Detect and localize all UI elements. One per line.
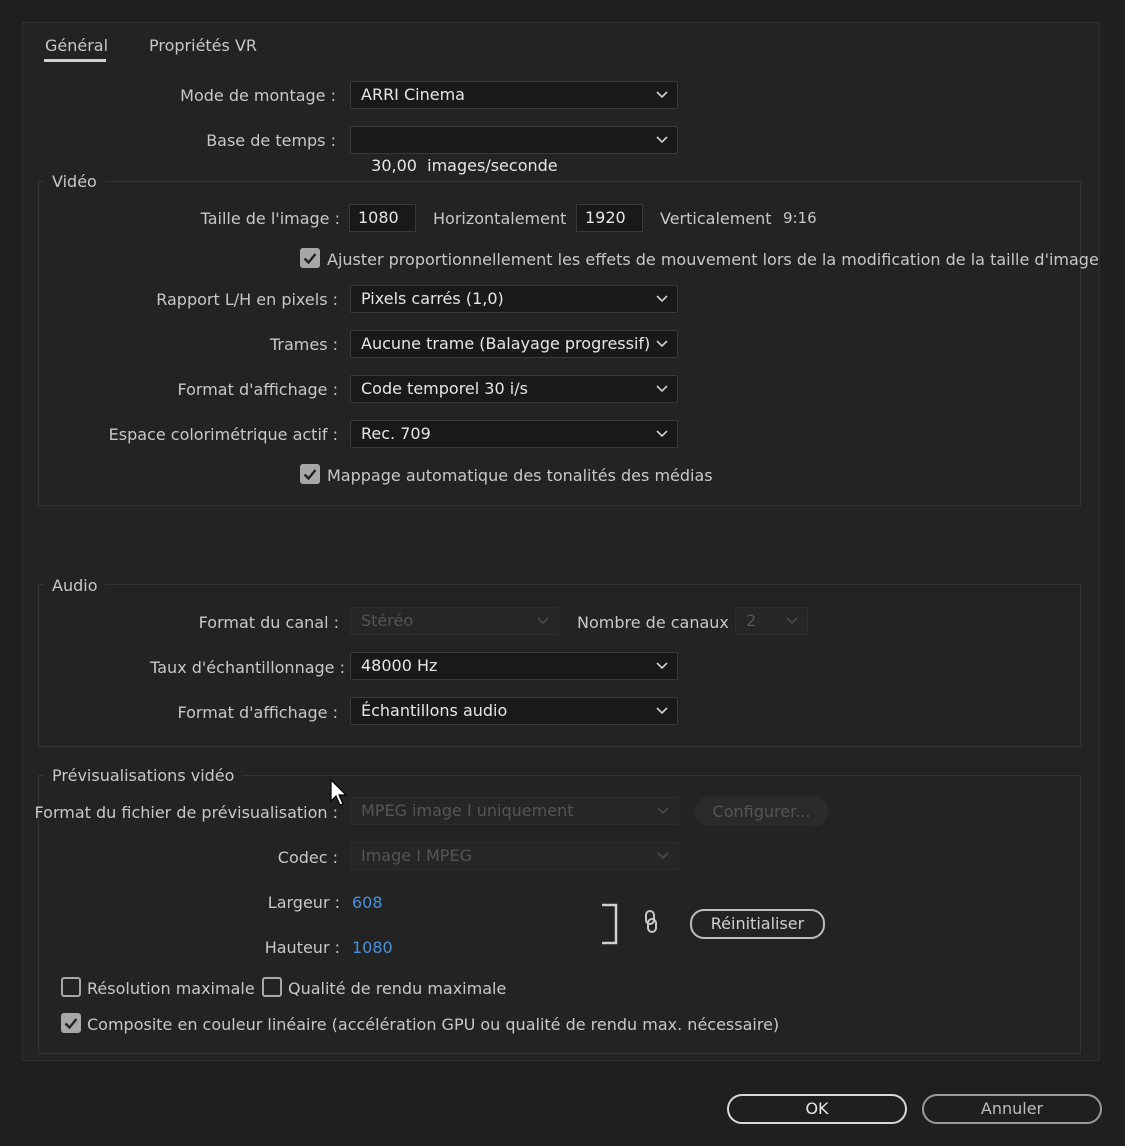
preview-file-format-value: MPEG image I uniquement <box>361 801 574 820</box>
horizontal-label: Horizontalement <box>433 209 567 228</box>
max-quality-label: Qualité de rendu maximale <box>288 979 507 998</box>
frame-height-input[interactable]: 1920 <box>576 204 643 232</box>
num-channels-dropdown[interactable]: 2 <box>735 607 808 635</box>
cancel-button[interactable]: Annuler <box>922 1094 1102 1124</box>
aspect-ratio-text: 9:16 <box>783 209 817 227</box>
ok-button[interactable]: OK <box>727 1094 907 1124</box>
codec-label: Codec : <box>277 848 338 867</box>
vertical-label: Verticalement <box>660 209 772 228</box>
tab-general-underline <box>44 59 106 62</box>
tone-mapping-checkbox[interactable] <box>300 464 320 484</box>
video-display-format-value: Code temporel 30 i/s <box>361 379 528 398</box>
linear-composite-label: Composite en couleur linéaire (accélérat… <box>87 1015 780 1034</box>
chevron-down-icon <box>657 804 669 816</box>
chevron-down-icon <box>656 704 668 716</box>
audio-display-format-dropdown[interactable]: Échantillons audio <box>350 697 678 725</box>
video-display-format-dropdown[interactable]: Code temporel 30 i/s <box>350 375 678 403</box>
tab-vr-properties[interactable]: Propriétés VR <box>149 36 257 55</box>
max-resolution-label: Résolution maximale <box>87 979 255 998</box>
fields-value: Aucune trame (Balayage progressif) <box>361 334 651 353</box>
codec-value: Image I MPEG <box>361 846 472 865</box>
frame-width-input[interactable]: 1080 <box>349 204 416 232</box>
preview-file-format-label: Format du fichier de prévisualisation : <box>34 803 338 822</box>
preview-width-label: Largeur : <box>267 893 340 912</box>
sample-rate-value: 48000 Hz <box>361 656 438 675</box>
num-channels-label: Nombre de canaux : <box>577 613 740 632</box>
chevron-down-icon <box>537 614 549 626</box>
tab-general[interactable]: Général <box>45 36 108 55</box>
editing-mode-value: ARRI Cinema <box>361 85 465 104</box>
mouse-cursor-icon <box>330 778 348 807</box>
channel-format-label: Format du canal : <box>198 613 339 632</box>
chevron-down-icon <box>656 88 668 100</box>
pixel-aspect-dropdown[interactable]: Pixels carrés (1,0) <box>350 285 678 313</box>
chevron-down-icon <box>656 292 668 304</box>
channel-format-dropdown[interactable]: Stéréo <box>350 607 559 635</box>
checkmark-icon <box>303 253 317 265</box>
video-display-format-label: Format d'affichage : <box>177 380 338 399</box>
dimension-bracket <box>600 903 620 945</box>
audio-display-format-value: Échantillons audio <box>361 701 508 720</box>
preview-height-label: Hauteur : <box>264 938 340 957</box>
video-group-title: Vidéo <box>44 172 105 191</box>
sample-rate-dropdown[interactable]: 48000 Hz <box>350 652 678 680</box>
timebase-value: 30,00 images/seconde <box>371 156 558 175</box>
frame-size-label: Taille de l'image : <box>200 209 340 228</box>
chevron-down-icon <box>786 614 798 626</box>
sample-rate-label: Taux d'échantillonnage : <box>150 658 345 677</box>
max-quality-checkbox[interactable] <box>262 977 282 997</box>
fields-label: Trames : <box>269 335 338 354</box>
max-resolution-checkbox[interactable] <box>61 977 81 997</box>
scale-motion-label: Ajuster proportionnellement les effets d… <box>327 250 1099 269</box>
color-space-label: Espace colorimétrique actif : <box>108 425 338 444</box>
link-chain-icon[interactable] <box>642 909 660 935</box>
configure-button[interactable]: Configurer... <box>694 797 829 826</box>
previews-group-title: Prévisualisations vidéo <box>44 766 243 785</box>
fields-dropdown[interactable]: Aucune trame (Balayage progressif) <box>350 330 678 358</box>
chevron-down-icon <box>656 337 668 349</box>
reset-button[interactable]: Réinitialiser <box>690 909 825 939</box>
audio-group-title: Audio <box>44 576 106 595</box>
preview-height-value[interactable]: 1080 <box>352 938 393 957</box>
chevron-down-icon <box>656 133 668 145</box>
audio-display-format-label: Format d'affichage : <box>177 703 338 722</box>
pixel-aspect-value: Pixels carrés (1,0) <box>361 289 504 308</box>
timebase-dropdown[interactable]: 30,00 images/seconde <box>350 126 678 175</box>
channel-format-value: Stéréo <box>361 611 414 630</box>
color-space-value: Rec. 709 <box>361 424 431 443</box>
num-channels-value: 2 <box>746 611 757 630</box>
chevron-down-icon <box>656 427 668 439</box>
editing-mode-dropdown[interactable]: ARRI Cinema <box>350 81 678 109</box>
timebase-label: Base de temps : <box>206 131 336 150</box>
checkmark-icon <box>64 1018 78 1030</box>
linear-composite-checkbox[interactable] <box>61 1013 81 1033</box>
codec-dropdown[interactable]: Image I MPEG <box>350 842 679 870</box>
color-space-dropdown[interactable]: Rec. 709 <box>350 420 678 448</box>
scale-motion-checkbox[interactable] <box>300 248 320 268</box>
tone-mapping-label: Mappage automatique des tonalités des mé… <box>327 466 713 485</box>
preview-width-value[interactable]: 608 <box>352 893 383 912</box>
editing-mode-label: Mode de montage : <box>180 86 336 105</box>
pixel-aspect-label: Rapport L/H en pixels : <box>156 290 338 309</box>
preview-file-format-dropdown[interactable]: MPEG image I uniquement <box>350 797 679 825</box>
chevron-down-icon <box>657 849 669 861</box>
checkmark-icon <box>303 469 317 481</box>
chevron-down-icon <box>656 659 668 671</box>
chevron-down-icon <box>656 382 668 394</box>
